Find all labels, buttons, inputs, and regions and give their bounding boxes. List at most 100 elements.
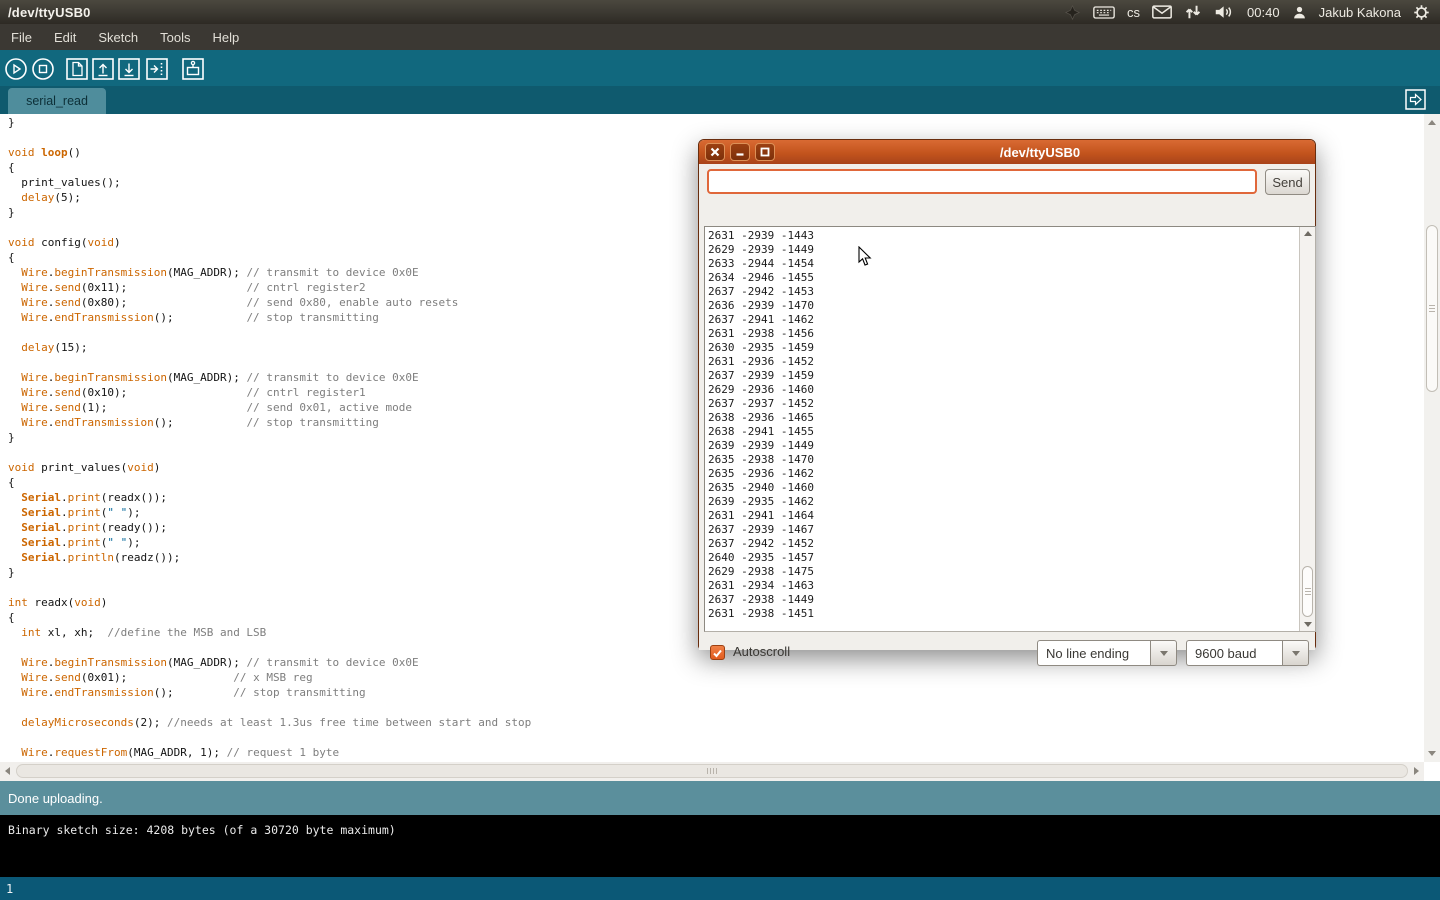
tab-serial-read[interactable]: serial_read	[8, 88, 106, 114]
minimize-button[interactable]	[730, 143, 750, 161]
code-line	[8, 220, 531, 235]
serial-monitor-titlebar[interactable]: /dev/ttyUSB0	[699, 140, 1315, 164]
scroll-left-arrow-icon[interactable]	[5, 767, 10, 775]
serial-line: 2637 -2937 -1452	[708, 397, 1299, 411]
serial-line: 2635 -2938 -1470	[708, 453, 1299, 467]
autoscroll-checkbox[interactable]	[710, 645, 725, 660]
code-line: {	[8, 160, 531, 175]
upload-button[interactable]	[145, 57, 169, 81]
serial-line: 2637 -2939 -1467	[708, 523, 1299, 537]
editor-hscroll-thumb[interactable]	[16, 764, 1408, 778]
serial-output[interactable]: 2631 -2939 -14432629 -2939 -14492633 -29…	[705, 227, 1299, 631]
code-line: {	[8, 610, 531, 625]
send-button[interactable]: Send	[1265, 169, 1310, 195]
serial-monitor-controls: Autoscroll No line ending 9600 baud	[699, 640, 1315, 666]
close-button[interactable]	[705, 143, 725, 161]
console-text: Binary sketch size: 4208 bytes (of a 307…	[8, 823, 396, 837]
serial-scroll-thumb[interactable]	[1302, 566, 1313, 617]
code-line: Wire.beginTransmission(MAG_ADDR); // tra…	[8, 655, 531, 670]
code-line: }	[8, 205, 531, 220]
scroll-grip	[707, 768, 717, 774]
indicator-pinwheel-icon[interactable]	[1064, 4, 1081, 21]
editor-horizontal-scrollbar[interactable]	[0, 762, 1424, 781]
line-number-strip: 1	[0, 877, 1440, 900]
code-line	[8, 580, 531, 595]
save-down-arrow-icon	[117, 57, 141, 81]
session-gear-icon[interactable]	[1413, 4, 1430, 21]
code-line	[8, 355, 531, 370]
code-line: }	[8, 565, 531, 580]
window-title: /dev/ttyUSB0	[0, 5, 91, 20]
serial-line: 2629 -2939 -1449	[708, 243, 1299, 257]
serial-output-scrollbar[interactable]	[1299, 227, 1315, 631]
serial-line: 2636 -2939 -1470	[708, 299, 1299, 313]
network-updown-icon[interactable]	[1184, 4, 1202, 20]
editor-vertical-scrollbar[interactable]	[1424, 114, 1440, 762]
code-line: Serial.print(readx());	[8, 490, 531, 505]
serial-monitor-button[interactable]	[181, 57, 205, 81]
serial-line: 2631 -2939 -1443	[708, 229, 1299, 243]
upload-right-arrow-icon	[145, 57, 169, 81]
line-number: 1	[6, 882, 13, 896]
code-line: Serial.print(" ");	[8, 505, 531, 520]
baud-dropdown-button[interactable]	[1282, 640, 1309, 666]
status-message: Done uploading.	[8, 791, 103, 806]
keyboard-layout-label[interactable]: cs	[1127, 5, 1140, 20]
code-line: {	[8, 250, 531, 265]
code-area: } void loop(){ print_values(); delay(5);…	[8, 115, 531, 760]
open-button[interactable]	[91, 57, 115, 81]
new-sketch-button[interactable]	[65, 57, 89, 81]
code-line: {	[8, 475, 531, 490]
mouse-cursor	[858, 246, 874, 273]
user-name[interactable]: Jakub Kakona	[1319, 5, 1401, 20]
maximize-icon	[756, 147, 774, 157]
menu-help[interactable]: Help	[201, 26, 250, 49]
menu-sketch[interactable]: Sketch	[87, 26, 149, 49]
tab-label: serial_read	[26, 94, 88, 108]
maximize-button[interactable]	[755, 143, 775, 161]
scroll-down-arrow-icon[interactable]	[1428, 751, 1436, 756]
line-ending-select[interactable]: No line ending	[1037, 640, 1177, 666]
scroll-right-arrow-icon[interactable]	[1414, 767, 1419, 775]
line-ending-value[interactable]: No line ending	[1037, 640, 1150, 666]
serial-output-panel: 2631 -2939 -14432629 -2939 -14492633 -29…	[704, 226, 1316, 632]
scroll-up-arrow-icon[interactable]	[1428, 120, 1436, 125]
autoscroll-label[interactable]: Autoscroll	[733, 644, 790, 659]
scroll-up-arrow-icon[interactable]	[1304, 231, 1312, 236]
clock[interactable]: 00:40	[1247, 5, 1280, 20]
baud-rate-value[interactable]: 9600 baud	[1186, 640, 1282, 666]
code-line: delayMicroseconds(2); //needs at least 1…	[8, 715, 531, 730]
serial-monitor-window: /dev/ttyUSB0 Send 2631 -2939 -14432629 -…	[698, 139, 1316, 649]
serial-line: 2633 -2944 -1454	[708, 257, 1299, 271]
tab-menu-arrow-icon	[1405, 98, 1426, 113]
scroll-down-arrow-icon[interactable]	[1304, 622, 1312, 627]
save-button[interactable]	[117, 57, 141, 81]
line-ending-dropdown-button[interactable]	[1150, 640, 1177, 666]
mail-icon[interactable]	[1152, 5, 1172, 19]
keyboard-layout-icon[interactable]	[1093, 5, 1115, 20]
chevron-down-icon	[1160, 651, 1168, 656]
verify-button[interactable]	[4, 57, 28, 81]
serial-send-input[interactable]	[707, 169, 1257, 194]
serial-line: 2631 -2934 -1463	[708, 579, 1299, 593]
volume-icon[interactable]	[1214, 4, 1235, 20]
minimize-icon	[731, 147, 749, 157]
code-line: Wire.send(0x01); // x MSB reg	[8, 670, 531, 685]
code-line: Wire.beginTransmission(MAG_ADDR); // tra…	[8, 265, 531, 280]
menu-tools[interactable]: Tools	[149, 26, 201, 49]
code-line: Wire.requestFrom(MAG_ADDR, 1); // reques…	[8, 745, 531, 760]
menubar: File Edit Sketch Tools Help	[0, 24, 1440, 50]
serial-line: 2639 -2935 -1462	[708, 495, 1299, 509]
stop-button[interactable]	[31, 57, 55, 81]
code-line: Wire.send(0x10); // cntrl register1	[8, 385, 531, 400]
menu-edit[interactable]: Edit	[43, 26, 87, 49]
code-line: int xl, xh; //define the MSB and LSB	[8, 625, 531, 640]
baud-rate-select[interactable]: 9600 baud	[1186, 640, 1309, 666]
serial-line: 2637 -2942 -1452	[708, 537, 1299, 551]
editor-vscroll-thumb[interactable]	[1426, 225, 1438, 392]
tab-menu-button[interactable]	[1405, 89, 1426, 110]
menu-file[interactable]: File	[0, 26, 43, 49]
serial-monitor-icon	[181, 57, 205, 81]
user-icon[interactable]	[1292, 5, 1307, 20]
code-line: Wire.beginTransmission(MAG_ADDR); // tra…	[8, 370, 531, 385]
